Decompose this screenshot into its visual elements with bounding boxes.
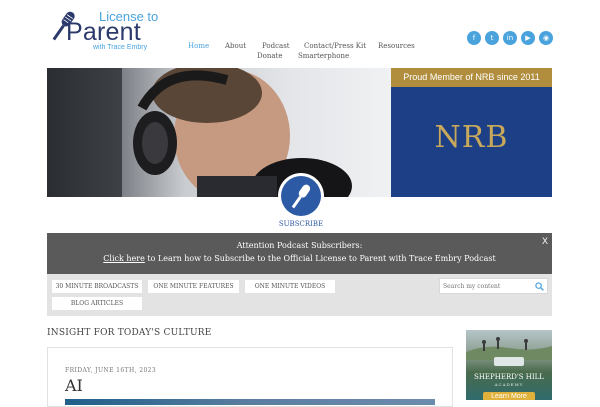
rss-icon[interactable]: ◉ [539,31,553,45]
learn-more-button[interactable]: Learn More [483,392,535,400]
subscribe-button[interactable] [278,173,324,219]
search-input[interactable] [443,279,531,293]
podcast-announcement: Attention Podcast Subscribers: Click her… [47,233,552,274]
ad-school-subtitle: ACADEMY [494,382,524,387]
category-30-minute-broadcasts[interactable]: 30 MINUTE BROADCASTS [52,280,142,293]
search-icon[interactable] [535,282,544,291]
nav-smarterphone[interactable]: Smarterphone [298,52,349,60]
nav-podcast[interactable]: Podcast [262,42,290,50]
site-logo[interactable]: License to Parent with Trace Embry [47,7,171,51]
subscribe-badge [281,176,321,216]
youtube-icon[interactable]: ▶ [521,31,535,45]
nrb-membership-banner[interactable]: Proud Member of NRB since 2011 NRB [391,68,552,197]
post-date: FRIDAY, JUNE 16TH, 2023 [65,367,157,374]
microphone-icon [291,184,311,209]
linkedin-icon[interactable]: in [503,31,517,45]
category-filter-bar: 30 MINUTE BROADCASTS ONE MINUTE FEATURES… [47,274,552,316]
subscribe-label[interactable]: SUBSCRIBE [268,220,334,228]
nav-home[interactable]: Home [188,42,209,50]
announcement-text: Click here to Learn how to Subscribe to … [47,254,552,263]
close-announcement-button[interactable]: X [542,236,548,246]
category-one-minute-features[interactable]: ONE MINUTE FEATURES [148,280,239,293]
book-icon [494,357,524,366]
nav-resources[interactable]: Resources [378,42,415,50]
post-card: FRIDAY, JUNE 16TH, 2023 AI [47,347,453,407]
nav-about[interactable]: About [225,42,246,50]
announcement-title: Attention Podcast Subscribers: [236,241,363,250]
logo-line-3: with Trace Embry [93,44,148,51]
announcement-rest: to Learn how to Subscribe to the Officia… [144,254,496,263]
nav-contact-press-kit[interactable]: Contact/Press Kit [304,42,366,50]
shepherds-hill-ad[interactable]: SHEPHERD'S HILL ACADEMY Learn More [466,330,552,400]
ad-school-name: SHEPHERD'S HILL [474,373,544,381]
hero-photo [47,68,391,197]
ad-photo [466,337,552,360]
category-one-minute-videos[interactable]: ONE MINUTE VIDEOS [245,280,335,293]
section-title: INSIGHT FOR TODAY'S CULTURE [47,328,212,338]
category-blog-articles[interactable]: BLOG ARTICLES [52,297,142,310]
facebook-icon[interactable]: f [467,31,481,45]
search-box [439,278,548,294]
twitter-icon[interactable]: t [485,31,499,45]
nrb-logo: NRB [434,120,509,155]
click-here-link[interactable]: Click here [103,254,145,263]
logo-line-2: Parent [66,18,141,46]
nrb-member-text: Proud Member of NRB since 2011 [391,68,552,87]
post-title[interactable]: AI [65,376,83,395]
host-at-microphone-image [47,68,352,197]
nav-donate[interactable]: Donate [257,52,282,60]
